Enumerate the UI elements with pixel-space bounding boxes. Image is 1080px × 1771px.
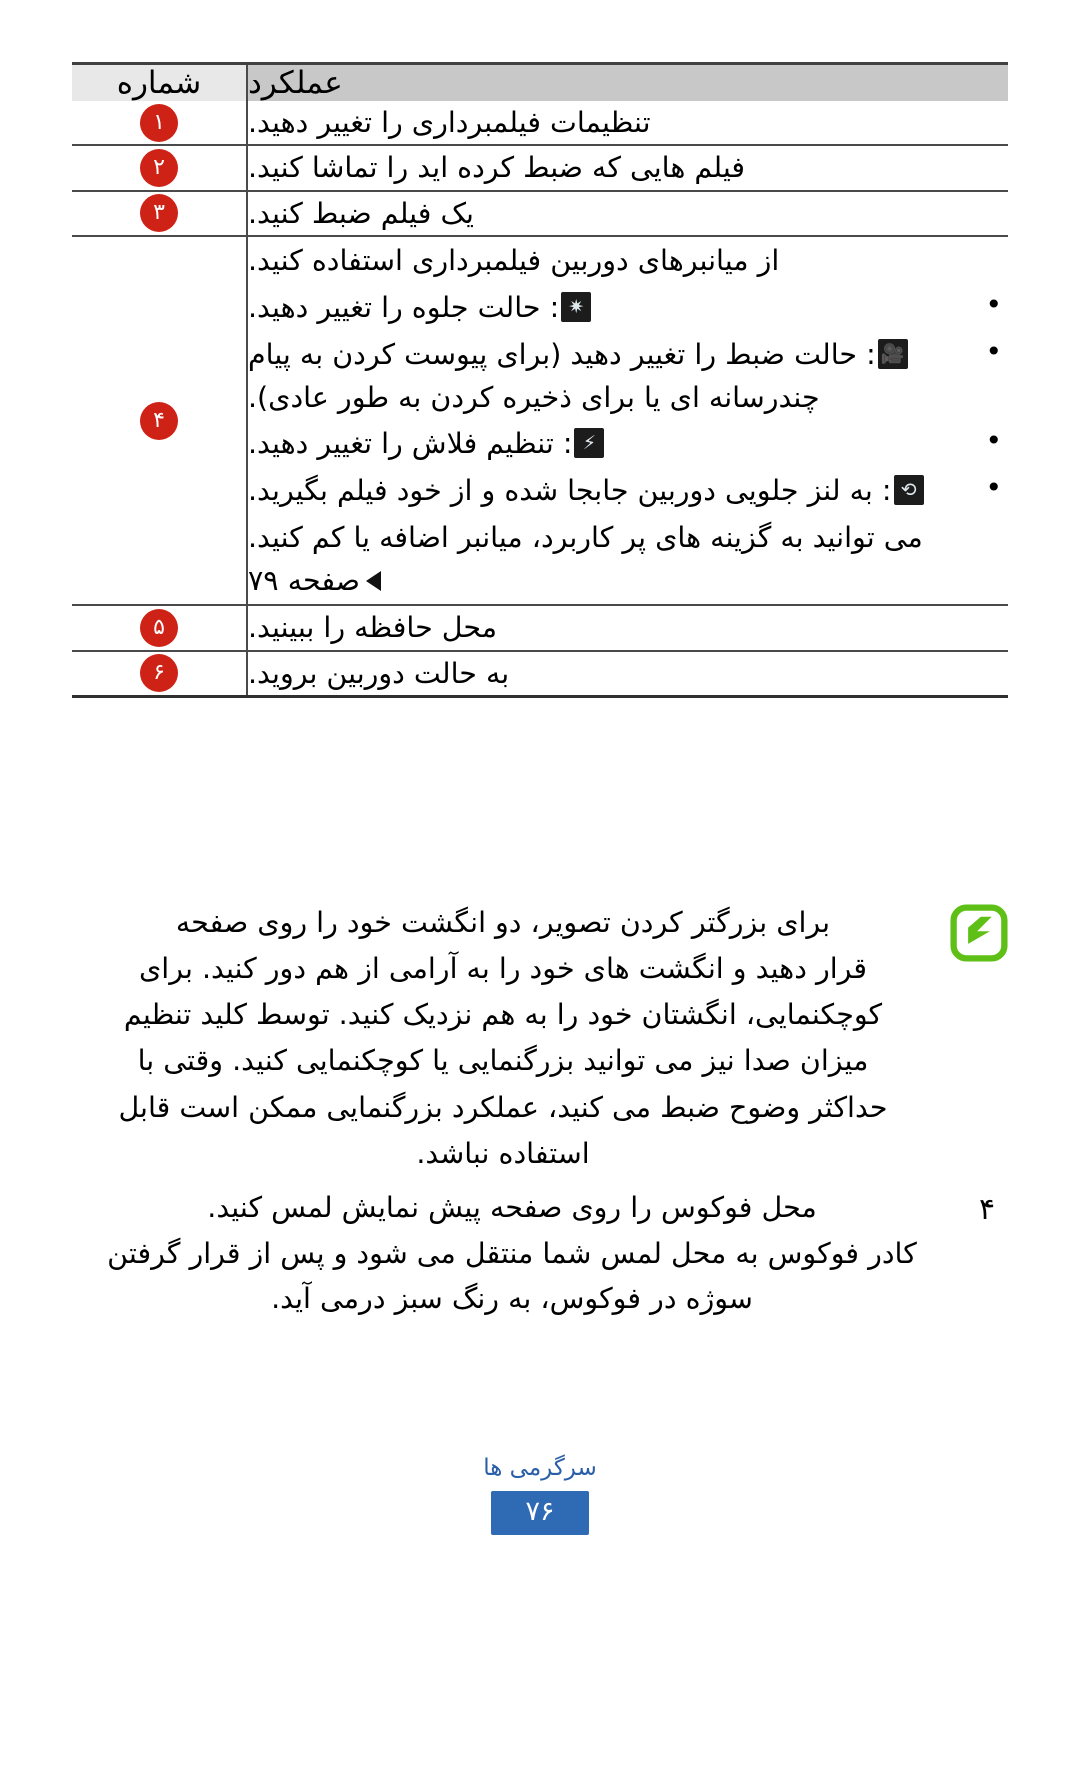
flash-off-icon: ⚡ xyxy=(574,428,605,459)
note-pencil-icon xyxy=(950,904,1008,962)
note-text: برای بزرگتر کردن تصویر، دو انگشت خود را … xyxy=(72,900,934,1177)
page-number-badge: ۷۶ xyxy=(491,1491,589,1535)
list-item-label: : حالت ضبط را تغییر دهید (برای پیوست کرد… xyxy=(248,337,876,414)
note-line: استفاده نباشد. xyxy=(416,1136,590,1170)
step-body: محل فوکوس را روی صفحه پیش نمایش لمس کنید… xyxy=(72,1185,952,1322)
footer-section-title: سرگرمی ها xyxy=(483,1455,597,1481)
row-description: فیلم هایی که ضبط کرده اید را تماشا کنید. xyxy=(246,145,1008,192)
table-row: محل حافظه را ببینید. ۵ xyxy=(72,605,1008,652)
page-footer: سرگرمی ها ۷۶ xyxy=(0,1455,1080,1535)
row-description: یک فیلم ضبط کنید. xyxy=(246,190,1008,237)
step-line: محل فوکوس را روی صفحه پیش نمایش لمس کنید… xyxy=(207,1191,817,1224)
step-number: ۴ xyxy=(978,1192,996,1227)
list-item: ⚡: تنظیم فلاش را تغییر دهید. xyxy=(248,420,1008,465)
note-line: برای بزرگتر کردن تصویر، دو انگشت خود را … xyxy=(175,906,831,939)
table-row: به حالت دوربین بروید. ۶ xyxy=(72,650,1008,697)
list-item-label: : حالت جلوه را تغییر دهید. xyxy=(248,291,560,325)
row-number-cell: ۵ xyxy=(72,605,247,652)
row-number-cell: ۳ xyxy=(72,190,247,237)
row-number-cell: ۶ xyxy=(72,651,247,697)
function-table: عملکرد شماره تنظیمات فیلمبرداری را تغییر… xyxy=(72,62,1008,699)
column-header-function: عملکرد xyxy=(246,63,1008,101)
row-number-cell: ۲ xyxy=(72,145,247,192)
row-number-cell: ۱ xyxy=(72,101,247,147)
table-row: یک فیلم ضبط کنید. ۳ xyxy=(72,190,1008,237)
table-row: تنظیمات فیلمبرداری را تغییر دهید. ۱ xyxy=(72,101,1008,147)
recording-mode-camcorder-icon: 🎥 xyxy=(877,338,908,369)
table-header-row: عملکرد شماره xyxy=(72,63,1008,101)
row-description-shortcuts: از میانبرهای دوربین فیلمبرداری استفاده ک… xyxy=(246,235,1008,607)
shortcuts-tail: می توانید به گزینه های پر کاربرد، میانبر… xyxy=(248,516,1008,603)
note-line: کوچکنمایی، انگشتان خود را به هم نزدیک کن… xyxy=(123,998,883,1032)
table-row: از میانبرهای دوربین فیلمبرداری استفاده ک… xyxy=(72,235,1008,607)
number-badge: ۳ xyxy=(140,194,178,233)
list-item: 🎥: حالت ضبط را تغییر دهید (برای پیوست کر… xyxy=(248,331,1008,420)
row-description: محل حافظه را ببینید. xyxy=(246,605,1008,652)
shortcuts-intro: از میانبرهای دوربین فیلمبرداری استفاده ک… xyxy=(248,243,780,277)
number-badge: ۲ xyxy=(140,148,178,187)
manual-page: عملکرد شماره تنظیمات فیلمبرداری را تغییر… xyxy=(0,0,1080,1771)
number-badge: ۱ xyxy=(140,103,178,142)
page-cross-reference: صفحه ۷۹ xyxy=(248,559,387,602)
shortcuts-tail-text: می توانید به گزینه های پر کاربرد، میانبر… xyxy=(248,520,923,554)
number-badge: ۴ xyxy=(140,401,178,440)
column-header-number: شماره xyxy=(72,63,247,101)
number-badge: ۶ xyxy=(140,654,178,693)
list-item-label: : تنظیم فلاش را تغییر دهید. xyxy=(248,427,573,461)
note-line: میزان صدا نیز می توانید بزرگنمایی یا کوچ… xyxy=(137,1044,869,1078)
list-item: ⟲: به لنز جلویی دوربین جابجا شده و از خو… xyxy=(248,466,1008,512)
triangle-left-icon xyxy=(365,571,381,592)
row-description: به حالت دوربین بروید. xyxy=(246,650,1008,697)
table-row: فیلم هایی که ضبط کرده اید را تماشا کنید.… xyxy=(72,145,1008,192)
list-item-label: : به لنز جلویی دوربین جابجا شده و از خود… xyxy=(248,473,892,507)
effect-mode-icon: ✷ xyxy=(561,292,592,323)
row-description: تنظیمات فیلمبرداری را تغییر دهید. xyxy=(246,101,1008,147)
numbered-step: ۴ محل فوکوس را روی صفحه پیش نمایش لمس کن… xyxy=(72,1185,1008,1322)
note-callout: برای بزرگتر کردن تصویر، دو انگشت خود را … xyxy=(72,900,1008,1177)
step-line: کادر فوکوس به محل لمس شما منتقل می شود و… xyxy=(107,1236,917,1270)
page-ref-label: صفحه xyxy=(287,564,360,598)
step-line: سوژه در فوکوس، به رنگ سبز درمی آید. xyxy=(271,1282,753,1316)
number-badge: ۵ xyxy=(140,609,178,648)
note-line: قرار دهید و انگشت های خود را به آرامی از… xyxy=(139,952,867,986)
list-item: ✷: حالت جلوه را تغییر دهید. xyxy=(248,284,1008,329)
shortcut-bullet-list: ✷: حالت جلوه را تغییر دهید. 🎥: حالت ضبط … xyxy=(248,284,1008,512)
switch-camera-icon: ⟲ xyxy=(893,474,924,505)
row-number-cell: ۴ xyxy=(72,235,247,607)
page-ref-number: ۷۹ xyxy=(248,564,279,598)
note-line: حداکثر وضوح ضبط می کنید، عملکرد بزرگنمای… xyxy=(118,1090,888,1124)
